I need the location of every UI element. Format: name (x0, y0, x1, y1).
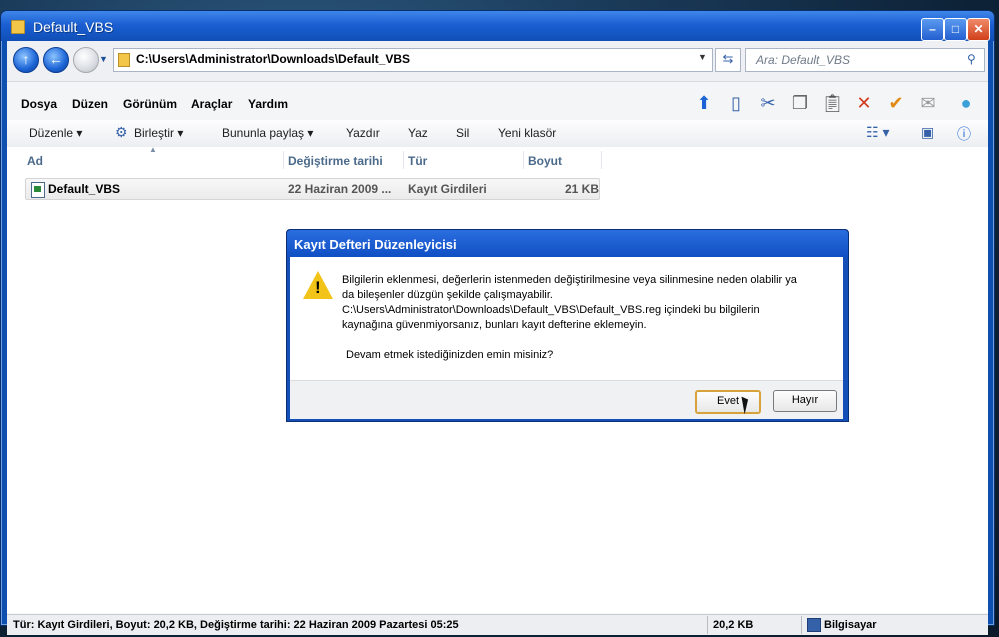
search-input[interactable]: Ara: Default_VBS ⚲ (745, 48, 985, 72)
status-details: Tür: Kayıt Girdileri, Boyut: 20,2 KB, De… (13, 619, 459, 631)
warning-mark: ! (315, 278, 321, 297)
folder-icon (11, 20, 25, 34)
dialog-message: Bilgilerin eklenmesi, değerlerin istenme… (342, 273, 836, 333)
status-bar: Tür: Kayıt Girdileri, Boyut: 20,2 KB, De… (7, 614, 988, 635)
dialog-footer: Evet Hayır (290, 380, 843, 419)
menu-view[interactable]: Görünüm (123, 97, 177, 111)
column-type[interactable]: Tür (408, 154, 427, 168)
column-separator[interactable] (283, 151, 284, 169)
dialog-body: ! Bilgilerin eklenmesi, değerlerin isten… (290, 257, 843, 419)
chevron-down-icon[interactable]: ▼ (698, 52, 707, 62)
address-bar: ↑ ← ▼ C:\Users\Administrator\Downloads\D… (7, 41, 988, 82)
address-path: C:\Users\Administrator\Downloads\Default… (136, 52, 411, 66)
panel-icon[interactable]: ▯ (725, 92, 747, 114)
folder-icon (118, 53, 130, 67)
registry-editor-dialog: Kayıt Defteri Düzenleyicisi ! Bilgilerin… (286, 229, 849, 422)
table-row[interactable]: Default_VBS 22 Haziran 2009 ... Kayıt Gi… (25, 178, 600, 200)
write-button[interactable]: Yaz (408, 126, 428, 140)
message-line: kaynağına güvenmiyorsanız, bunları kayıt… (342, 319, 647, 331)
yes-button[interactable]: Evet (695, 390, 761, 414)
file-size: 21 KB (565, 182, 600, 196)
computer-icon (807, 618, 821, 632)
views-icon[interactable]: ☷ ▾ (866, 124, 889, 141)
registry-file-icon (31, 182, 45, 198)
column-separator[interactable] (601, 151, 602, 169)
organize-button[interactable]: Düzenle ▾ (29, 126, 82, 140)
merge-label: Birleştir (134, 126, 175, 140)
status-location: Bilgisayar (824, 619, 877, 631)
column-modified[interactable]: Değiştirme tarihi (288, 154, 383, 168)
dialog-title-bar[interactable]: Kayıt Defteri Düzenleyicisi (287, 230, 848, 257)
delete-button[interactable]: Sil (456, 126, 469, 140)
message-line: da bileşenler düzgün şekilde çalışmayabi… (342, 289, 553, 301)
menu-help[interactable]: Yardım (248, 97, 288, 111)
menu-bar: Dosya Düzen Görünüm Araçlar Yardım ⬆ ▯ ✂… (7, 82, 988, 120)
column-name[interactable]: Ad (27, 154, 43, 168)
message-line: C:\Users\Administrator\Downloads\Default… (342, 304, 760, 316)
search-icon[interactable]: ⚲ (967, 52, 976, 66)
organize-label: Düzenle (29, 126, 74, 140)
shell-icon[interactable]: ● (955, 92, 977, 114)
refresh-button[interactable]: ⇆ (715, 48, 741, 72)
address-field[interactable]: C:\Users\Administrator\Downloads\Default… (113, 48, 713, 72)
new-folder-button[interactable]: Yeni klasör (498, 126, 556, 140)
status-separator (707, 616, 708, 634)
column-separator[interactable] (523, 151, 524, 169)
maximize-button[interactable]: □ (944, 18, 967, 41)
dialog-title: Kayıt Defteri Düzenleyicisi (294, 237, 457, 252)
command-bar: Düzenle ▾ ⚙ Birleştir ▾ Bununla paylaş ▾… (7, 120, 988, 148)
file-modified: 22 Haziran 2009 ... (288, 182, 392, 196)
cut-icon[interactable]: ✂ (757, 92, 779, 114)
forward-disabled-button[interactable] (73, 47, 99, 73)
file-name: Default_VBS (48, 182, 121, 196)
share-button[interactable]: Bununla paylaş ▾ (222, 126, 313, 140)
paste-icon[interactable]: 📋︎ (821, 92, 844, 114)
column-separator[interactable] (403, 151, 404, 169)
column-size[interactable]: Boyut (528, 154, 562, 168)
sort-arrow-icon: ▲ (149, 145, 157, 154)
status-size: 20,2 KB (713, 619, 754, 631)
window-title: Default_VBS (33, 19, 114, 35)
menu-file[interactable]: Dosya (21, 97, 57, 111)
copy-icon[interactable]: ❐ (789, 92, 811, 114)
merge-button[interactable]: Birleştir ▾ (134, 126, 183, 140)
dialog-question: Devam etmek istediğinizden emin misiniz? (346, 349, 554, 361)
status-separator (801, 616, 802, 634)
search-placeholder: Ara: Default_VBS (756, 53, 851, 67)
minimize-button[interactable]: – (921, 18, 944, 41)
merge-icon: ⚙ (115, 124, 128, 140)
no-button[interactable]: Hayır (773, 390, 837, 412)
history-dropdown-icon[interactable]: ▼ (99, 54, 108, 64)
menu-edit[interactable]: Düzen (72, 97, 108, 111)
check-icon[interactable]: ✔ (885, 92, 907, 114)
delete-icon[interactable]: ✕ (853, 92, 875, 114)
back-button[interactable]: ↑ (13, 47, 39, 73)
menu-tools[interactable]: Araçlar (191, 97, 232, 111)
up-folder-icon[interactable]: ⬆ (693, 92, 715, 114)
close-button[interactable]: ✕ (967, 18, 990, 41)
preview-pane-icon[interactable]: ▣ (921, 124, 934, 141)
print-button[interactable]: Yazdır (346, 126, 380, 140)
help-icon[interactable]: ⓘ (957, 124, 971, 144)
mail-icon[interactable]: ✉ (917, 92, 939, 114)
share-label: Bununla paylaş (222, 126, 305, 140)
title-bar[interactable]: Default_VBS – □ ✕ (1, 11, 994, 41)
forward-button[interactable]: ← (43, 47, 69, 73)
message-line: Bilgilerin eklenmesi, değerlerin istenme… (342, 274, 797, 286)
file-type: Kayıt Girdileri (408, 182, 487, 196)
